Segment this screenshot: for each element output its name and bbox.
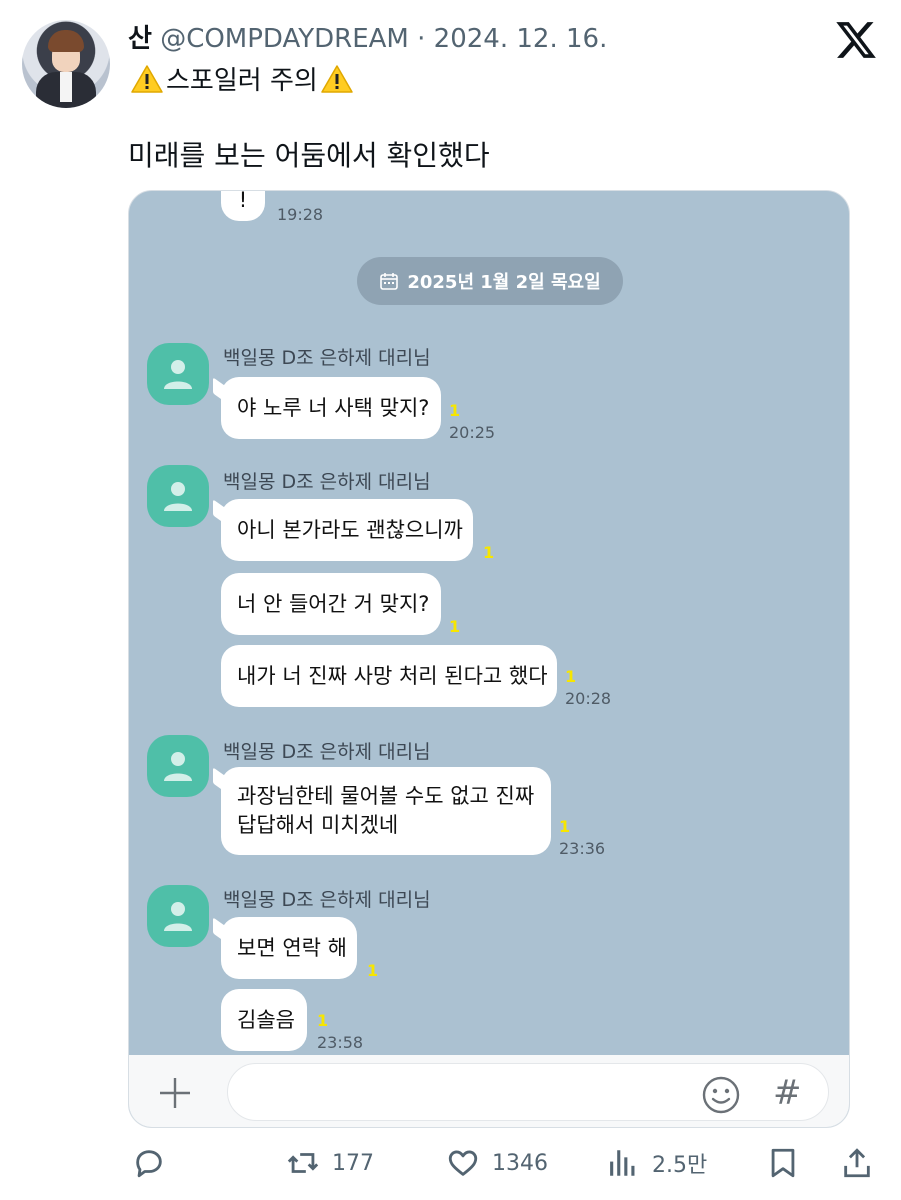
tweet-actions: 177 1346 2.5만 [0, 1140, 901, 1190]
heart-icon [448, 1150, 478, 1176]
tweet-date[interactable]: 2024. 12. 16. [434, 24, 608, 54]
message-bubble[interactable]: 야 노루 너 사택 맞지? [221, 377, 441, 439]
message-text-line-2: 답답해서 미치겠네 [237, 813, 399, 837]
calendar-icon [380, 273, 399, 290]
message-bubble[interactable]: 김솔음 [221, 989, 307, 1051]
read-count: 1 [367, 961, 379, 980]
person-icon [164, 902, 192, 931]
sender-name: 백일몽 D조 은하제 대리님 [223, 471, 431, 493]
message-time: 20:25 [449, 423, 496, 442]
retweet-icon [287, 1153, 319, 1173]
message-text: 내가 너 진짜 사망 처리 된다고 했다 [237, 663, 548, 688]
chat-input-bar: # [129, 1055, 849, 1127]
date-divider: 2025년 1월 2일 목요일 [357, 257, 623, 305]
read-count: 1 [483, 543, 495, 562]
message-text: 야 노루 너 사택 맞지? [237, 395, 430, 420]
profile-avatar[interactable] [147, 885, 209, 947]
sender-name: 백일몽 D조 은하제 대리님 [223, 889, 431, 911]
profile-avatar[interactable] [147, 343, 209, 405]
author-name[interactable]: 산 [128, 24, 152, 54]
date-text: 2025년 1월 2일 목요일 [407, 272, 601, 293]
person-icon [164, 360, 192, 389]
read-count: 1 [449, 617, 461, 636]
profile-avatar[interactable] [147, 735, 209, 797]
author-avatar[interactable] [22, 20, 110, 108]
read-count: 1 [317, 1011, 329, 1030]
message-time: 23:36 [559, 839, 606, 858]
message-text: ! [238, 190, 248, 212]
read-count: 1 [449, 401, 461, 420]
views-button[interactable]: 2.5만 [606, 1146, 707, 1180]
message-bubble[interactable]: 아니 본가라도 괜찮으니까 [221, 499, 473, 561]
spoiler-warning: 스포일러 주의 [128, 60, 356, 97]
views-count: 2.5만 [652, 1153, 708, 1178]
share-icon [844, 1148, 870, 1178]
message-bubble[interactable]: 내가 너 진짜 사망 처리 된다고 했다 [221, 645, 557, 707]
like-count: 1346 [492, 1150, 548, 1176]
retweet-button[interactable]: 177 [286, 1146, 374, 1180]
author-handle[interactable]: @COMPDAYDREAM [160, 24, 409, 54]
profile-avatar[interactable] [147, 465, 209, 527]
plus-icon[interactable] [157, 1075, 193, 1111]
chat-screenshot[interactable]: ! 19:28 2025년 1월 2일 목요일 백일몽 D조 은하제 대리님 야… [128, 190, 850, 1128]
separator-dot: · [417, 24, 426, 54]
read-count: 1 [565, 667, 577, 686]
reply-button[interactable] [132, 1146, 166, 1180]
emoji-icon[interactable] [701, 1075, 741, 1115]
message-time: 19:28 [277, 205, 324, 224]
message-time: 23:58 [317, 1033, 364, 1052]
warning-icon [320, 64, 354, 94]
message-bubble[interactable]: 너 안 들어간 거 맞지? [221, 573, 441, 635]
reply-icon [136, 1150, 162, 1178]
warning-icon [130, 64, 164, 94]
message-bubble[interactable]: 보면 연락 해 [221, 917, 357, 979]
sender-name: 백일몽 D조 은하제 대리님 [223, 741, 431, 763]
sender-name: 백일몽 D조 은하제 대리님 [223, 347, 431, 369]
author-line: 산 @COMPDAYDREAM · 2024. 12. 16. [128, 18, 607, 55]
views-icon [610, 1150, 635, 1176]
message-bubble[interactable]: 과장님한테 물어볼 수도 없고 진짜 답답해서 미치겠네 [221, 767, 551, 855]
hash-icon[interactable]: # [773, 1073, 802, 1113]
message-bubble: ! [221, 190, 265, 221]
message-text: 너 안 들어간 거 맞지? [237, 591, 430, 616]
person-icon [164, 752, 192, 781]
like-button[interactable]: 1346 [446, 1146, 548, 1180]
spoiler-text: 스포일러 주의 [166, 66, 318, 96]
person-icon [164, 482, 192, 511]
message-text: 김솔음 [237, 1007, 295, 1032]
retweet-count: 177 [332, 1150, 374, 1176]
x-logo-icon[interactable] [834, 18, 878, 62]
read-count: 1 [559, 817, 571, 836]
bookmark-button[interactable] [766, 1146, 800, 1180]
message-time: 20:28 [565, 689, 612, 708]
message-text: 아니 본가라도 괜찮으니까 [237, 517, 463, 542]
message-text-line-1: 과장님한테 물어볼 수도 없고 진짜 [237, 784, 535, 808]
bookmark-icon [771, 1148, 795, 1178]
message-text: 보면 연락 해 [237, 935, 347, 960]
tweet-body: 미래를 보는 어둠에서 확인했다 [128, 139, 490, 172]
share-button[interactable] [840, 1146, 874, 1180]
